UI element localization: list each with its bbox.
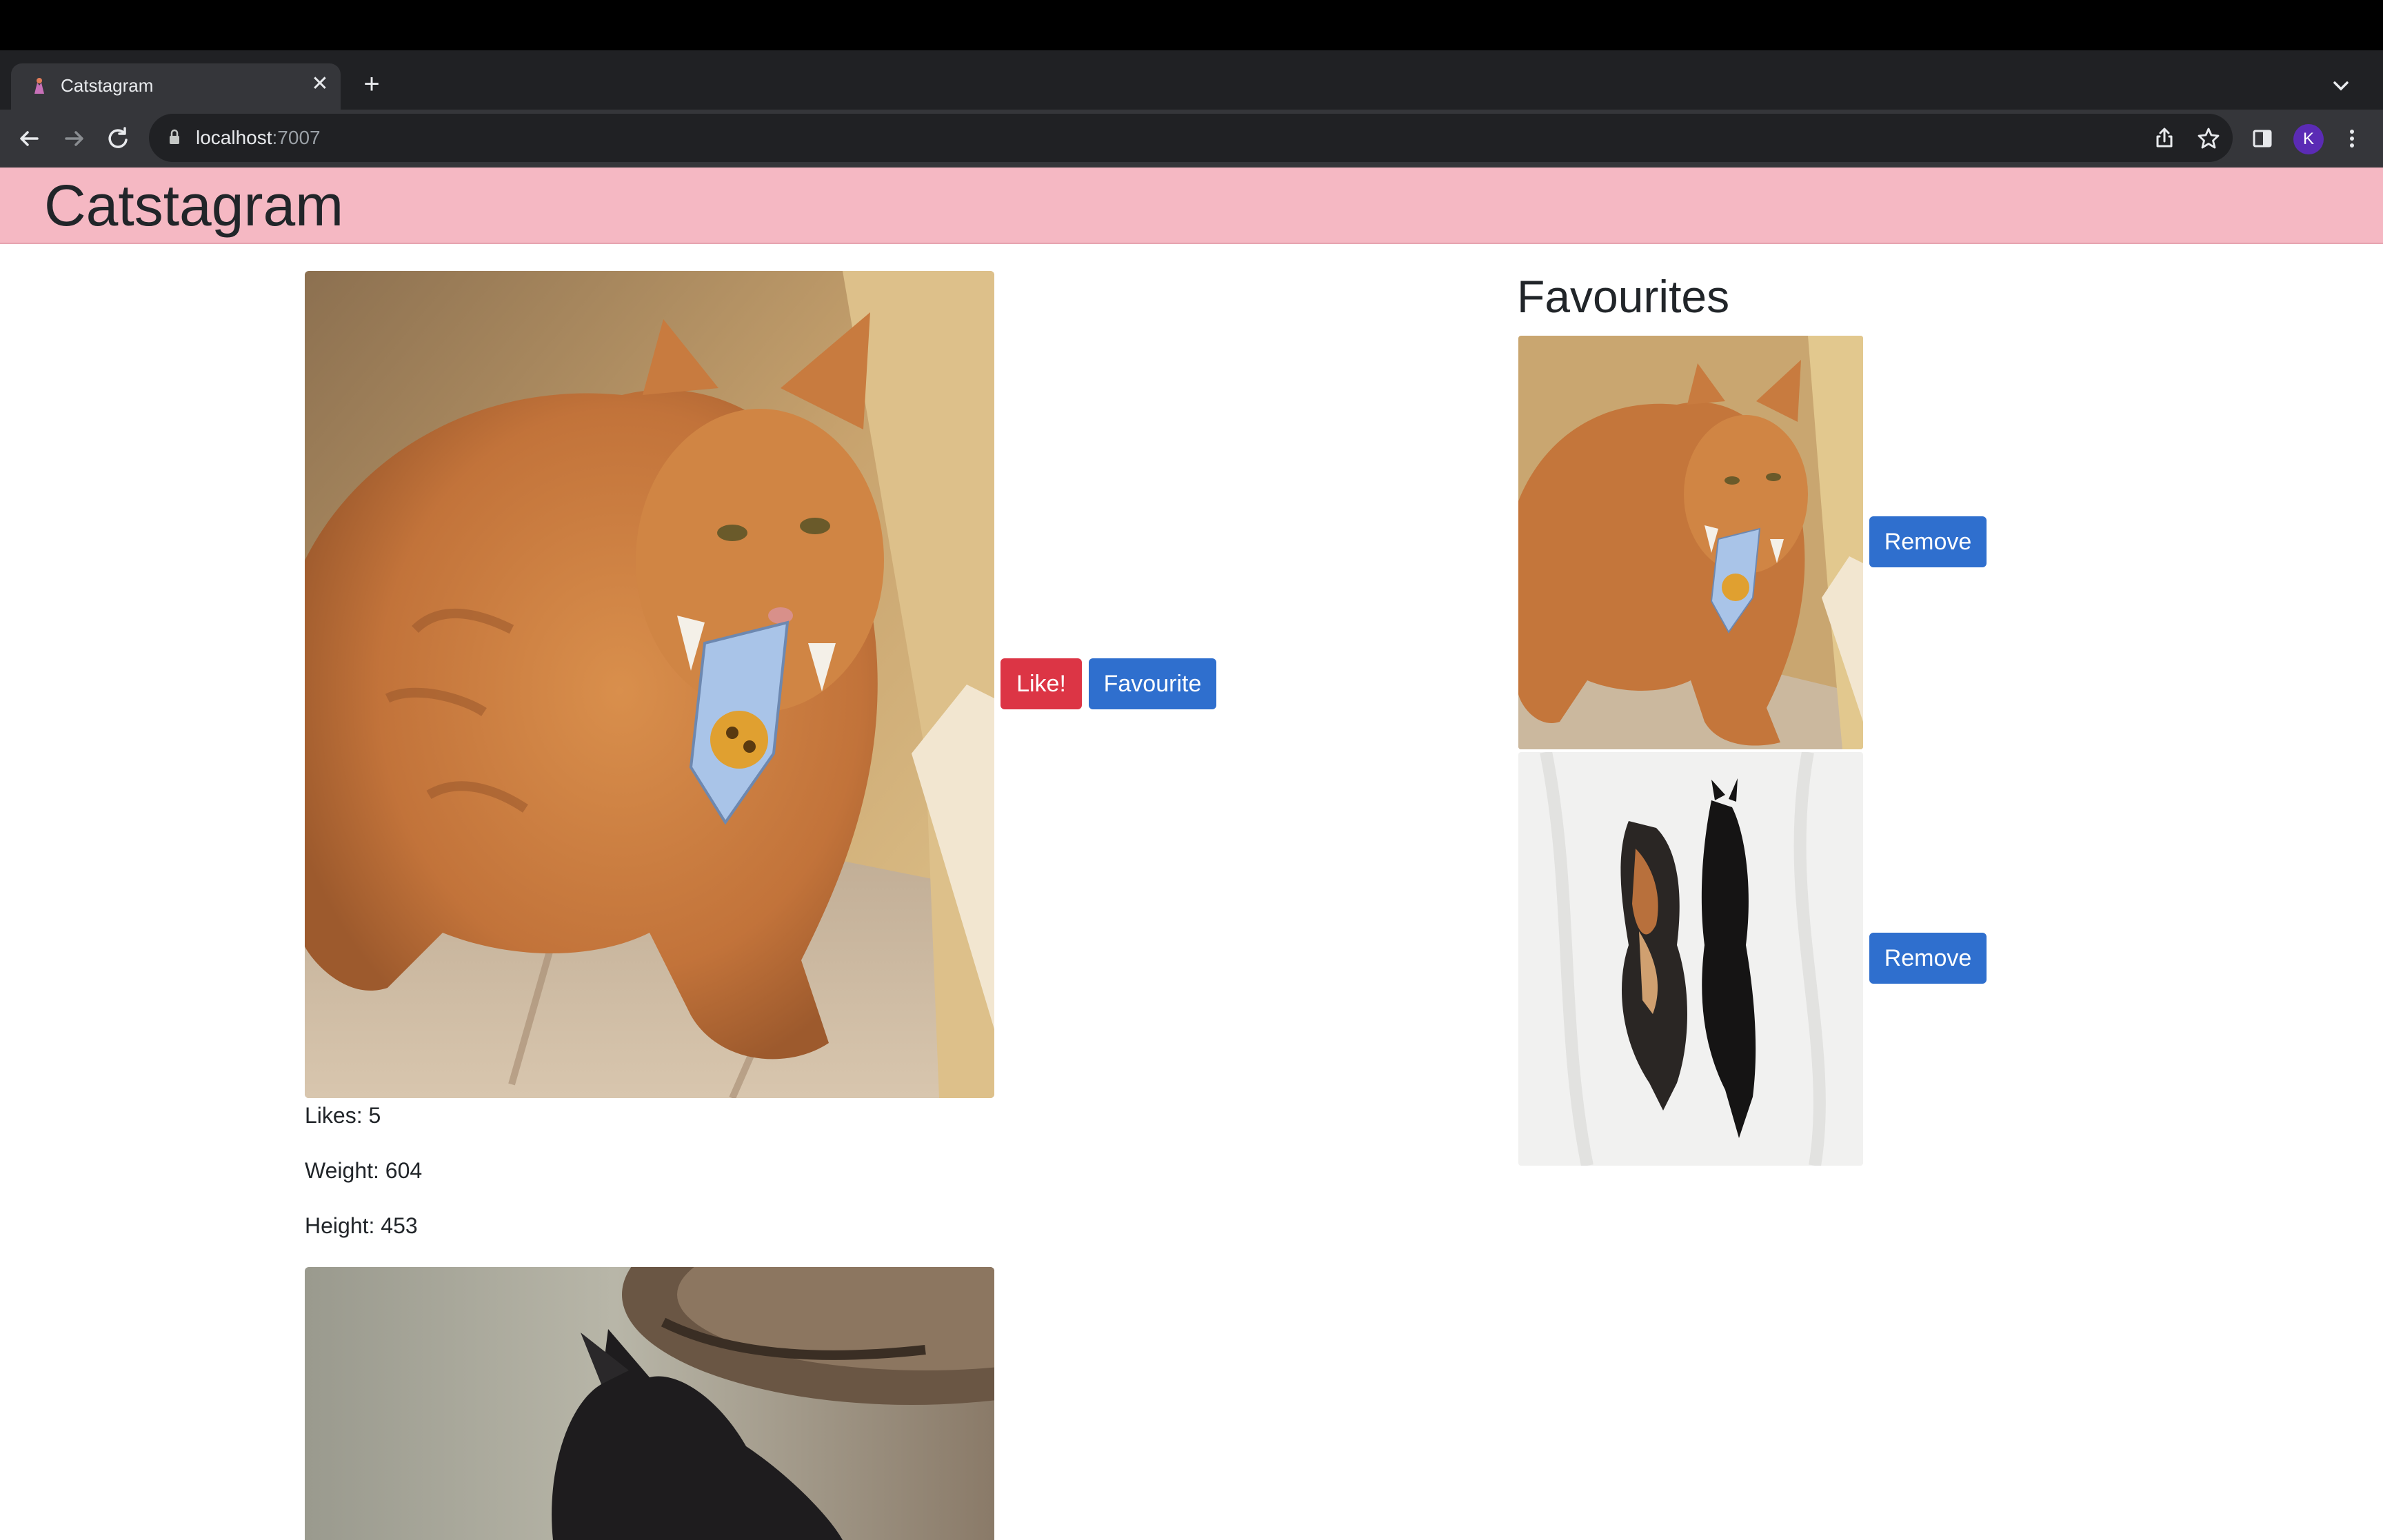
remove-favourite-button-2[interactable]: Remove <box>1869 933 1987 984</box>
menu-kebab-icon[interactable] <box>2336 123 2368 154</box>
favourite-photo-orange-tie <box>1518 336 1863 749</box>
back-icon[interactable] <box>14 123 46 154</box>
os-top-bar <box>0 0 2383 50</box>
address-bar[interactable] <box>149 114 2233 162</box>
remove-favourite-button-1[interactable]: Remove <box>1869 516 1987 567</box>
side-panel-icon[interactable] <box>2246 123 2278 154</box>
site-header <box>0 168 2383 244</box>
favourites-heading: Favourites <box>1517 271 1730 322</box>
share-icon[interactable] <box>2149 123 2180 154</box>
bookmark-star-icon[interactable] <box>2193 123 2224 154</box>
url-port: :7007 <box>272 127 321 148</box>
like-button[interactable]: Like! <box>1001 658 1082 709</box>
profile-avatar[interactable]: K <box>2293 124 2324 154</box>
cat-photo-black-kitten <box>305 1267 994 1540</box>
new-tab-icon[interactable]: + <box>357 70 386 99</box>
cat-favicon-icon <box>34 78 44 94</box>
brand-title[interactable]: Catstagram <box>44 171 343 240</box>
url-text[interactable]: localhost:7007 <box>196 124 321 152</box>
favourite-button[interactable]: Favourite <box>1089 658 1216 709</box>
cat-photo-orange-tie <box>305 271 994 1098</box>
height-value: Height: 453 <box>305 1213 418 1238</box>
forward-icon[interactable] <box>58 123 90 154</box>
url-host: localhost <box>196 127 272 148</box>
reload-icon[interactable] <box>102 123 134 154</box>
lock-icon[interactable] <box>168 128 181 146</box>
tab-search-chevron-icon[interactable] <box>2326 72 2355 101</box>
close-tab-icon[interactable]: ✕ <box>308 72 332 97</box>
favourite-photo-kittens <box>1518 752 1863 1166</box>
tab-title: Catstagram <box>61 75 154 96</box>
weight-value: Weight: 604 <box>305 1158 423 1183</box>
likes-count: Likes: 5 <box>305 1103 381 1128</box>
